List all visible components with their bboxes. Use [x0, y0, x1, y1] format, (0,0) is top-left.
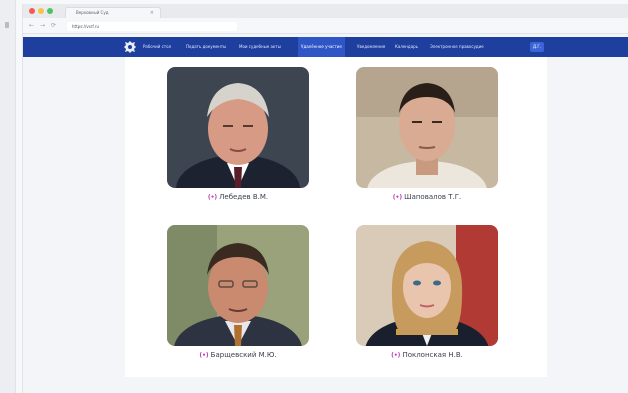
tab-title: Верховный Суд [76, 10, 109, 15]
nav-link-e-justice[interactable]: Электронное правосудие [430, 37, 484, 57]
url-input[interactable]: https://vsrf.ru [67, 22, 237, 31]
participants-grid: (•) Лебедев В.М. (•) Шаповалов Т.Г. (•) … [125, 57, 547, 377]
site-navigation: Рабочий стол Подать документы Мои судебн… [23, 37, 628, 57]
reload-icon[interactable]: ⟳ [51, 21, 56, 31]
participant-name: Шаповалов Т.Г. [404, 193, 462, 201]
tab-close-icon[interactable]: × [150, 9, 154, 17]
live-badge-icon: (•) [207, 194, 218, 201]
url-text: https://vsrf.ru [72, 24, 100, 29]
left-edge-panel [0, 0, 16, 393]
panel-handle-icon[interactable] [5, 22, 9, 28]
nav-link-calendar[interactable]: Календарь [395, 37, 418, 57]
forward-arrow-icon[interactable]: → [40, 21, 45, 31]
maximize-window-icon[interactable] [47, 8, 53, 14]
participant-caption: (•) Лебедев В.М. [167, 190, 309, 204]
participant-name: Лебедев В.М. [219, 193, 269, 201]
participant-photo [167, 225, 309, 346]
nav-link-submit-documents[interactable]: Подать документы [186, 37, 226, 57]
nav-link-my-acts[interactable]: Мои судебные акты [239, 37, 281, 57]
tab-bar: Верховный Суд × [23, 4, 628, 18]
participant-photo [356, 225, 498, 346]
participant-caption: (•) Барщевский М.Ю. [167, 348, 309, 362]
screen: Верховный Суд × ← → ⟳ https://vsrf.ru Ра… [0, 0, 628, 393]
participant-photo [167, 67, 309, 188]
participant-caption: (•) Шаповалов Т.Г. [356, 190, 498, 204]
minimize-window-icon[interactable] [38, 8, 44, 14]
browser-window: Верховный Суд × ← → ⟳ https://vsrf.ru Ра… [22, 4, 628, 393]
participant-name: Барщевский М.Ю. [210, 351, 277, 359]
nav-link-remote-participation[interactable]: Удалённое участие [298, 37, 345, 57]
nav-link-notifications[interactable]: Уведомления [357, 37, 385, 57]
address-bar: ← → ⟳ https://vsrf.ru [23, 18, 628, 34]
coat-of-arms-icon[interactable] [123, 40, 137, 54]
participant-name: Поклонская Н.В. [402, 351, 463, 359]
live-badge-icon: (•) [392, 194, 403, 201]
back-arrow-icon[interactable]: ← [29, 21, 34, 31]
participant-caption: (•) Поклонская Н.В. [356, 348, 498, 362]
participant-photo [356, 67, 498, 188]
browser-tab[interactable]: Верховный Суд × [65, 7, 161, 18]
live-badge-icon: (•) [199, 352, 209, 359]
live-badge-icon: (•) [391, 352, 401, 359]
user-button[interactable]: Д.Г. [530, 42, 544, 52]
close-window-icon[interactable] [29, 8, 35, 14]
nav-link-desktop[interactable]: Рабочий стол [143, 37, 171, 57]
